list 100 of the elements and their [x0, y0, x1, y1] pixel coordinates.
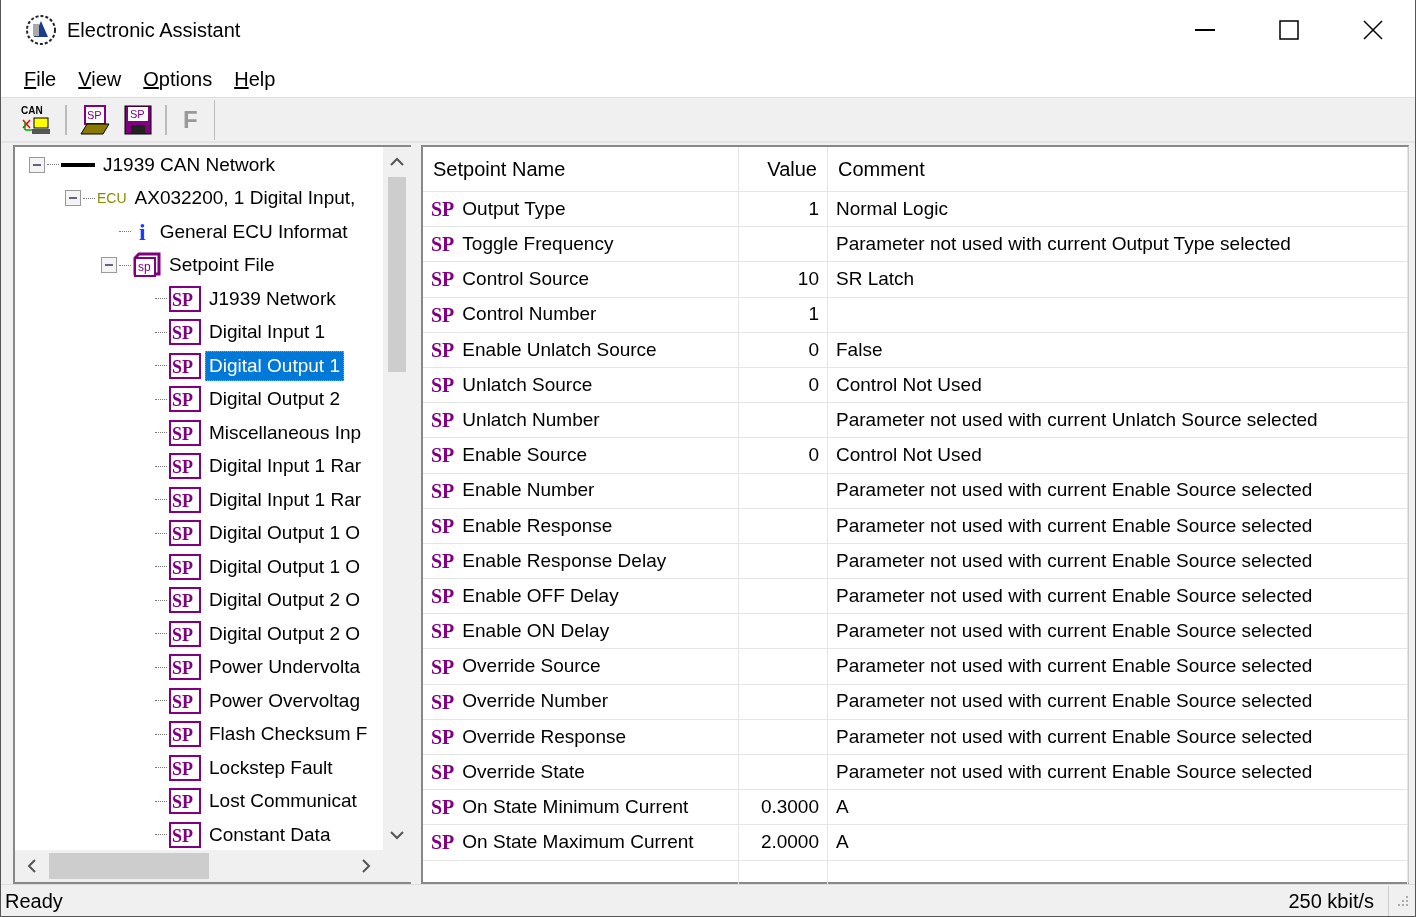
table-cell-text: On State Minimum Current [462, 795, 689, 820]
collapse-toggle[interactable] [101, 257, 117, 274]
setpoint-icon: SP [169, 352, 201, 379]
table-cell: Parameter not used with current Enable Source selected [828, 614, 1408, 650]
tree-item[interactable]: Power Overvoltag [205, 685, 364, 716]
table-cell-text: Enable Number [462, 478, 595, 503]
table-cell-text: Override Number [462, 689, 609, 714]
minimize-icon [1195, 29, 1215, 31]
tree-item[interactable]: J1939 CAN Network [99, 149, 280, 180]
table-cell-text: Enable Source [462, 443, 587, 468]
table-cell: Parameter not used with current Enable Source selected [828, 649, 1408, 685]
setpoint-tag: SP [431, 686, 455, 717]
resize-grip-icon [1397, 894, 1409, 907]
app-logo-icon [25, 14, 57, 46]
tree-item[interactable]: Digital Output 1 O [205, 551, 365, 582]
setpoint-tag: SP [431, 792, 455, 823]
table-cell: 1 [739, 297, 828, 333]
maximize-icon [1279, 20, 1299, 40]
tree-item[interactable]: Constant Data [205, 819, 335, 850]
setpoint-tag: SP [431, 475, 455, 506]
table-cell-text: Unlatch Number [462, 407, 600, 432]
tree-item[interactable]: Digital Output 1 O [205, 518, 365, 549]
menu-item[interactable]: Help [225, 61, 285, 96]
table-cell: Parameter not used with current Enable Source selected [828, 473, 1408, 509]
table-cell: 2.0000 [739, 825, 828, 861]
scrollbar-thumb[interactable] [49, 853, 209, 879]
collapse-toggle[interactable] [29, 156, 45, 173]
tree-item[interactable]: AX032200, 1 Digital Input, [130, 183, 360, 214]
setpoint-icon: SP [169, 285, 201, 312]
table-cell: SR Latch [828, 262, 1408, 298]
setpoint-tag: SP [431, 721, 455, 752]
table-cell: Parameter not used with current Enable Source selected [828, 543, 1408, 580]
table-cell: 0 [739, 367, 828, 404]
setpoint-tag: SP [431, 581, 455, 612]
horizontal-scrollbar[interactable] [15, 850, 411, 882]
close-icon [1363, 20, 1383, 40]
table-cell: 0 [739, 438, 828, 474]
setpoint-tag: SP [431, 757, 455, 788]
setpoint-icon: SP [169, 587, 201, 614]
collapse-toggle[interactable] [65, 190, 81, 207]
tree-item[interactable]: Flash Checksum F [205, 719, 372, 750]
tree-item[interactable]: General ECU Informat [155, 216, 352, 247]
table-cell: Parameter not used with current Enable Source selected [828, 508, 1408, 544]
column-header[interactable]: Value [739, 147, 828, 192]
scroll-left-icon [27, 859, 37, 873]
menu-item[interactable]: File [15, 61, 66, 96]
table-cell: Control Not Used [828, 367, 1408, 404]
tree-item[interactable]: Digital Input 1 Rar [205, 484, 366, 515]
tree-item[interactable]: Lost Communicat [205, 786, 361, 817]
tree-item[interactable]: Digital Output 2 O [205, 585, 365, 616]
setpoint-tag: SP [431, 405, 455, 436]
table-cell: Parameter not used with current Enable Source selected [828, 755, 1408, 791]
tree-item[interactable]: Digital Input 1 Rar [205, 451, 366, 482]
setpoint-file-icon: sp [133, 252, 161, 279]
setpoint-icon: SP [169, 319, 201, 346]
setpoint-tag: SP [431, 299, 455, 330]
tree-item[interactable]: Digital Output 2 [205, 384, 344, 415]
menu-item[interactable]: View [69, 61, 131, 96]
tree-item[interactable]: Digital Output 2 O [205, 618, 365, 649]
setpoint-icon: SP [169, 754, 201, 781]
setpoint-icon: SP [169, 419, 201, 446]
setpoint-tag: SP [431, 616, 455, 647]
table-cell: Parameter not used with current Enable Source selected [828, 684, 1408, 720]
tree-item[interactable]: Miscellaneous Inp [205, 417, 366, 448]
tree-item[interactable]: Digital Output 1 [205, 350, 344, 381]
table-cell: Normal Logic [828, 192, 1408, 228]
setpoint-icon: SP [169, 553, 201, 580]
status-text: Ready [5, 888, 63, 914]
setpoint-icon: SP [169, 821, 201, 848]
table-cell-text: Override Source [462, 654, 601, 679]
tree-item[interactable]: Setpoint File [165, 250, 279, 281]
table-cell: 0 [739, 332, 828, 368]
setpoint-tag: SP [431, 264, 455, 295]
column-header[interactable]: Comment [828, 147, 1408, 192]
table-cell-text: Enable Response [462, 513, 613, 538]
table-cell: Parameter not used with current Unlatch Source selected [828, 403, 1408, 439]
setpoint-tag: SP [431, 370, 455, 401]
tree-item[interactable]: Lockstep Fault [205, 752, 337, 783]
scrollbar-thumb[interactable] [388, 177, 406, 372]
tree-item[interactable]: Power Undervolta [205, 652, 365, 683]
table-cell: False [828, 332, 1408, 368]
table-cell: 1 [739, 192, 828, 228]
setpoint-tag: SP [431, 827, 455, 858]
setpoint-icon: SP [169, 654, 201, 681]
table-cell-text: Control Source [462, 267, 590, 292]
setpoint-icon: SP [169, 486, 201, 513]
table-cell-text: Output Type [462, 196, 566, 221]
tree-item[interactable]: Digital Input 1 [205, 317, 330, 348]
column-header[interactable]: Setpoint Name [423, 147, 739, 192]
tree-item[interactable]: J1939 Network [205, 283, 340, 314]
table-cell-text: Control Number [462, 302, 597, 327]
setpoint-icon: SP [169, 721, 201, 748]
menu-item[interactable]: Options [134, 61, 222, 96]
table-cell-text: Override State [462, 759, 585, 784]
baud-rate: 250 kbit/s [1288, 885, 1389, 916]
table-cell: Parameter not used with current Output Type selected [828, 227, 1408, 263]
setpoint-icon: SP [169, 453, 201, 480]
table-cell: Parameter not used with current Enable Source selected [828, 579, 1408, 615]
setpoint-icon: SP [169, 687, 201, 714]
scroll-down-icon [390, 830, 404, 840]
